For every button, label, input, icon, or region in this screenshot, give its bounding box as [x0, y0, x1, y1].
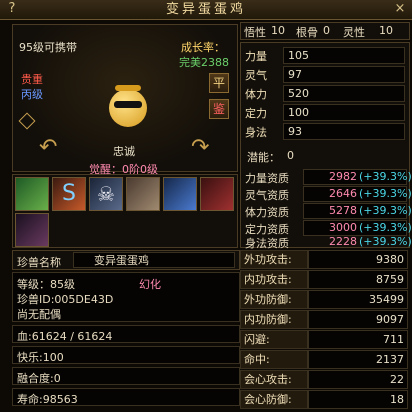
pet-avatar: [105, 85, 151, 131]
aptitude-value: 2982: [329, 170, 357, 183]
pet-id: 珍兽ID:005DE43D: [17, 293, 114, 306]
combat-value: 35499: [308, 290, 408, 309]
attr-label: 体力: [245, 88, 267, 101]
ear-skill-icon[interactable]: [126, 177, 160, 211]
potential-label: 潜能：: [247, 151, 280, 164]
loyalty-text: 忠诚: [113, 145, 135, 158]
combat-label: 内功防御:: [240, 310, 308, 329]
attr-label: 定力: [245, 107, 267, 120]
window-title: 变异蛋蛋鸡: [165, 2, 246, 17]
lifespan-bar: 寿命:98563: [12, 388, 240, 406]
lingxing-label: 灵性: [343, 26, 365, 39]
aptitude-bonus: (+39.3%): [359, 187, 412, 200]
combat-value: 18: [308, 390, 408, 409]
attr-label: 力量: [245, 50, 267, 63]
attr-value: 105: [283, 47, 405, 64]
snake-skill-icon[interactable]: S: [52, 177, 86, 211]
ping-button[interactable]: 平: [209, 73, 229, 93]
combat-label: 会心防御:: [240, 390, 308, 409]
name-label: 珍兽名称: [17, 256, 61, 269]
close-icon[interactable]: ×: [392, 1, 408, 17]
combat-label: 会心攻击:: [240, 370, 308, 389]
combat-value: 9097: [308, 310, 408, 329]
attr-value: 100: [283, 104, 405, 121]
combat-value: 8759: [308, 270, 408, 289]
lifespan-text: 寿命:98563: [17, 393, 78, 406]
combat-label: 内功攻击:: [240, 270, 308, 289]
attr-label: 身法: [245, 126, 267, 139]
gengu-value: 0: [323, 24, 330, 37]
combat-value: 2137: [308, 350, 408, 369]
name-row: 珍兽名称 变异蛋蛋鸡: [12, 250, 240, 270]
attr-value: 520: [283, 85, 405, 102]
lingxing-value: 10: [379, 24, 393, 37]
attribute-panel: 力量 105 灵气 97 体力 520 定力 100 身法 93 潜能： 0 力…: [240, 42, 412, 250]
combat-label: 外功攻击:: [240, 250, 308, 269]
hp-bar: 血:61624 / 61624: [12, 325, 240, 343]
potential-value: 0: [287, 149, 294, 162]
attr-value: 93: [283, 123, 405, 140]
combat-value: 9380: [308, 250, 408, 269]
attr-row: 体力 520: [245, 85, 405, 102]
aptitude-value: 2646: [329, 187, 357, 200]
lock-icon[interactable]: [18, 112, 36, 130]
green-leaf-skill-icon[interactable]: [15, 177, 49, 211]
aptitude-value: 5278: [329, 204, 357, 217]
attr-row: 身法 93: [245, 123, 405, 140]
pet-type-grade: 丙级: [21, 88, 43, 101]
pet-name-input[interactable]: 变异蛋蛋鸡: [73, 252, 235, 268]
wuxing-value: 10: [271, 24, 285, 37]
skull-skill-icon[interactable]: ☠: [89, 177, 123, 211]
aptitude-label: 体力资质: [245, 206, 289, 219]
attr-row: 力量 105: [245, 47, 405, 64]
fusion-bar: 融合度:0: [12, 367, 240, 385]
attr-label: 灵气: [245, 69, 267, 82]
attr-row: 定力 100: [245, 104, 405, 121]
rotate-left-icon[interactable]: ↶: [39, 137, 61, 159]
aptitude-value: 2228: [329, 235, 357, 248]
portrait-panel: 95级可携带 成长率： 完美2388 贵重 丙级 平 鉴 ↶ ↷ 忠诚 觉醒：0…: [12, 24, 238, 176]
jian-button[interactable]: 鉴: [209, 99, 229, 119]
pet-mate: 尚无配偶: [17, 308, 61, 321]
hp-text: 血:61624 / 61624: [17, 330, 113, 343]
combat-value: 711: [308, 330, 408, 349]
top-stats: 悟性 10 根骨 0 灵性 10: [240, 22, 410, 40]
combat-value: 22: [308, 370, 408, 389]
aptitude-value: 3000: [329, 221, 357, 234]
aptitude-label: 力量资质: [245, 172, 289, 185]
fusion-text: 融合度:0: [17, 372, 61, 385]
aptitude-row: 力量资质 2982 (+39.3%): [245, 169, 412, 186]
huanhua-link[interactable]: 幻化: [139, 276, 161, 292]
attr-row: 灵气 97: [245, 66, 405, 83]
combat-label: 命中:: [240, 350, 308, 369]
aptitude-row: 体力资质 5278 (+39.3%): [245, 203, 412, 220]
pet-type-rare: 贵重: [21, 73, 43, 86]
gengu-label: 根骨: [296, 26, 318, 39]
happiness-text: 快乐:100: [17, 351, 64, 364]
growth-value: 完美2388: [179, 56, 229, 69]
combat-table: 外功攻击: 9380 内功攻击: 8759 外功防御: 35499 内功防御: …: [240, 250, 410, 410]
combat-label: 外功防御:: [240, 290, 308, 309]
rotate-right-icon[interactable]: ↷: [191, 137, 213, 159]
growth-label: 成长率：: [181, 41, 225, 54]
aptitude-bonus: (+39.3%): [359, 221, 412, 234]
attr-value: 97: [283, 66, 405, 83]
combat-label: 闪避:: [240, 330, 308, 349]
aptitude-label: 灵气资质: [245, 189, 289, 202]
aptitude-bonus: (+39.3%): [359, 235, 412, 248]
pet-level: 等级：85级: [17, 278, 75, 291]
wuxing-label: 悟性: [244, 26, 266, 39]
red-warrior-skill-icon[interactable]: [200, 177, 234, 211]
aptitude-bonus: (+39.3%): [359, 204, 412, 217]
aptitude-bonus: (+39.3%): [359, 170, 412, 183]
aptitude-row: 灵气资质 2646 (+39.3%): [245, 186, 412, 203]
dark-warrior-skill-icon[interactable]: [15, 213, 49, 247]
info-box: 等级：85级 幻化 珍兽ID:005DE43D 尚无配偶: [12, 272, 240, 322]
happiness-bar: 快乐:100: [12, 346, 240, 364]
aptitude-label: 身法资质: [245, 237, 289, 250]
blue-flame-skill-icon[interactable]: [163, 177, 197, 211]
skill-grid: S ☠: [12, 174, 238, 248]
aptitude-row: 身法资质 2228 (+39.3%): [245, 235, 412, 250]
pet-level-text: 95级可携带: [19, 41, 77, 54]
